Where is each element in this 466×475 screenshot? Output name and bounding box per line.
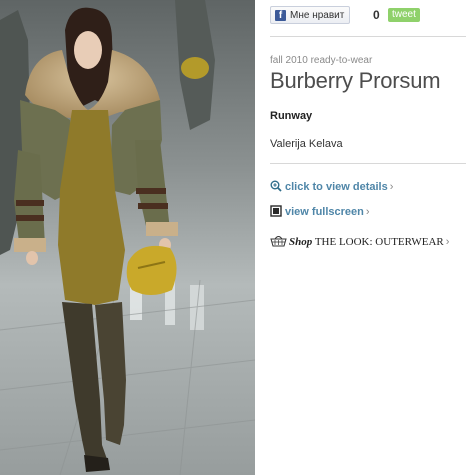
view-details-link[interactable]: click to view details › [270, 180, 393, 193]
facebook-like-button[interactable]: f Мне нравит [270, 6, 350, 24]
tweet-button[interactable]: tweet [388, 8, 420, 22]
shop-look-label: THE LOOK: OUTERWEAR [314, 236, 444, 248]
view-fullscreen-link[interactable]: view fullscreen › [270, 205, 370, 218]
shop-label: Shop [289, 236, 313, 248]
facebook-icon: f [275, 10, 286, 21]
section-label: Runway [270, 110, 313, 122]
social-share-row: f Мне нравит 0 tweet [270, 6, 466, 26]
divider-middle [270, 163, 466, 164]
facebook-like-label: Мне нравит [290, 10, 345, 21]
chevron-right-icon: › [365, 206, 370, 218]
fullscreen-icon [270, 205, 282, 217]
shopping-basket-icon [270, 236, 287, 247]
chevron-right-icon: › [445, 236, 450, 248]
view-fullscreen-label: view fullscreen [285, 206, 364, 218]
divider-top [270, 36, 466, 37]
designer-title: Burberry Prorsum [270, 68, 441, 93]
model-name: Valerija Kelava [270, 138, 343, 150]
runway-photo-illustration [0, 0, 255, 475]
magnifier-plus-icon [270, 180, 282, 192]
chevron-right-icon: › [389, 181, 394, 193]
view-details-label: click to view details [285, 181, 388, 193]
shop-the-look-link[interactable]: Shop THE LOOK: OUTERWEAR › [270, 234, 449, 248]
info-panel: f Мне нравит 0 tweet fall 2010 ready-to-… [270, 0, 466, 475]
like-count: 0 [373, 8, 380, 22]
collection-season: fall 2010 ready-to-wear [270, 55, 373, 66]
runway-photo[interactable] [0, 0, 255, 475]
